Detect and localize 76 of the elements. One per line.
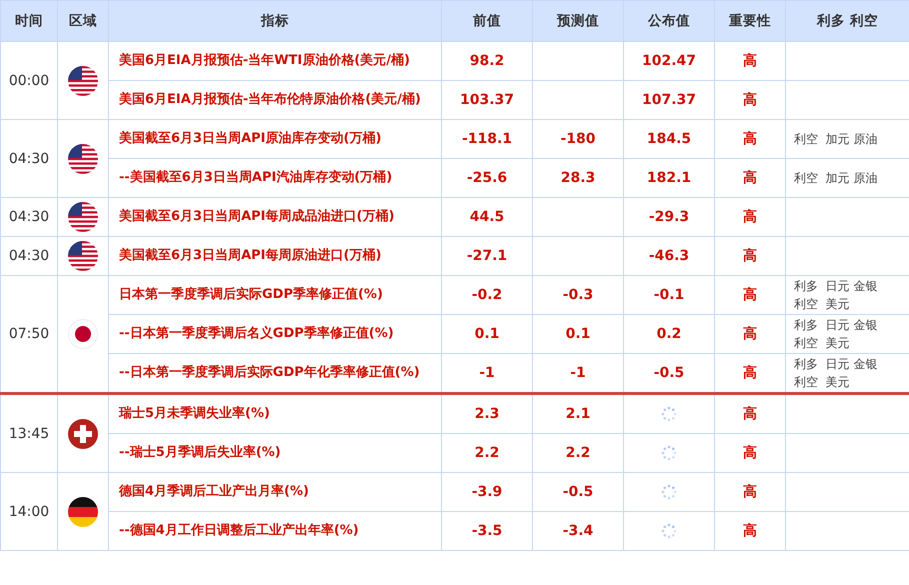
previous-value: -27.1 — [466, 248, 508, 264]
forecast-value: 2.2 — [566, 445, 590, 461]
flag-icon — [68, 319, 98, 349]
column-header: 重要性 — [714, 0, 786, 42]
importance-text: 高 — [743, 131, 757, 147]
actual-value: 102.47 — [642, 53, 696, 69]
importance-text: 高 — [743, 170, 757, 186]
previous-value: 0.1 — [474, 326, 500, 342]
importance-text: 高 — [743, 406, 757, 422]
forecast-value: -1 — [570, 365, 586, 381]
column-header: 时间 — [0, 0, 58, 42]
importance-text: 高 — [743, 53, 757, 69]
importance-text: 高 — [743, 484, 757, 500]
time-text: 07:50 — [8, 326, 50, 342]
flag-icon — [68, 496, 98, 526]
forecast-value: 2.1 — [566, 406, 590, 422]
column-header: 预测值 — [532, 0, 624, 42]
flag-icon — [68, 144, 98, 174]
column-header: 指标 — [108, 0, 442, 42]
actual-value: 182.1 — [646, 170, 692, 186]
impact-text: 利空 加元 原油 — [794, 131, 878, 148]
impact-text: 利空 美元 — [794, 335, 851, 352]
previous-value: -3.9 — [472, 484, 502, 500]
forecast-value: -3.4 — [562, 523, 594, 539]
indicator-link[interactable]: --瑞士5月季调后失业率(%) — [119, 445, 281, 460]
flag-icon — [68, 66, 98, 96]
forecast-value: -180 — [560, 131, 596, 147]
time-text: 13:45 — [8, 426, 50, 442]
importance-text: 高 — [743, 326, 757, 342]
forecast-value: -0.5 — [562, 484, 594, 500]
actual-value: -0.5 — [654, 365, 684, 381]
previous-value: -25.6 — [466, 170, 508, 186]
column-header: 区域 — [58, 0, 108, 42]
importance-text: 高 — [743, 523, 757, 539]
time-text: 04:30 — [8, 248, 50, 264]
actual-value: -46.3 — [648, 248, 690, 264]
time-text: 04:30 — [8, 209, 50, 225]
column-header: 利多 利空 — [786, 0, 909, 42]
column-header: 公布值 — [624, 0, 714, 42]
importance-text: 高 — [743, 287, 757, 303]
actual-value: 107.37 — [642, 92, 696, 108]
previous-value: 2.2 — [474, 445, 500, 461]
previous-value: -118.1 — [462, 131, 512, 147]
impact-text: 利空 美元 — [794, 374, 851, 391]
actual-value: 0.2 — [656, 326, 682, 342]
forecast-value: 28.3 — [560, 170, 596, 186]
previous-value: -0.2 — [472, 287, 502, 303]
importance-text: 高 — [743, 92, 757, 108]
time-text: 14:00 — [8, 504, 50, 520]
column-header: 前值 — [442, 0, 532, 42]
flag-icon — [68, 202, 98, 232]
previous-value: -1 — [479, 365, 495, 381]
impact-text: 利空 美元 — [794, 296, 851, 313]
time-text: 00:00 — [8, 72, 50, 88]
time-text: 04:30 — [8, 150, 50, 166]
previous-value: -3.5 — [472, 523, 502, 539]
impact-text: 利多 日元 金银 — [794, 317, 878, 334]
importance-text: 高 — [743, 445, 757, 461]
previous-value: 2.3 — [474, 406, 500, 422]
flag-icon — [68, 418, 98, 448]
actual-value: -29.3 — [648, 209, 690, 225]
impact-text: 利多 日元 金银 — [794, 278, 878, 295]
previous-value: 44.5 — [470, 209, 504, 225]
flag-icon — [68, 241, 98, 271]
importance-text: 高 — [743, 365, 757, 381]
actual-value: 184.5 — [646, 131, 692, 147]
forecast-value: -0.3 — [562, 287, 594, 303]
actual-value: -0.1 — [654, 287, 684, 303]
impact-text: 利空 加元 原油 — [794, 170, 878, 187]
previous-value: 98.2 — [470, 53, 504, 69]
importance-text: 高 — [743, 248, 757, 264]
indicator-link[interactable]: 瑞士5月未季调失业率(%) — [119, 406, 270, 421]
importance-text: 高 — [743, 209, 757, 225]
impact-text: 利多 日元 金银 — [794, 356, 878, 373]
previous-value: 103.37 — [460, 92, 514, 108]
forecast-value: 0.1 — [566, 326, 590, 342]
